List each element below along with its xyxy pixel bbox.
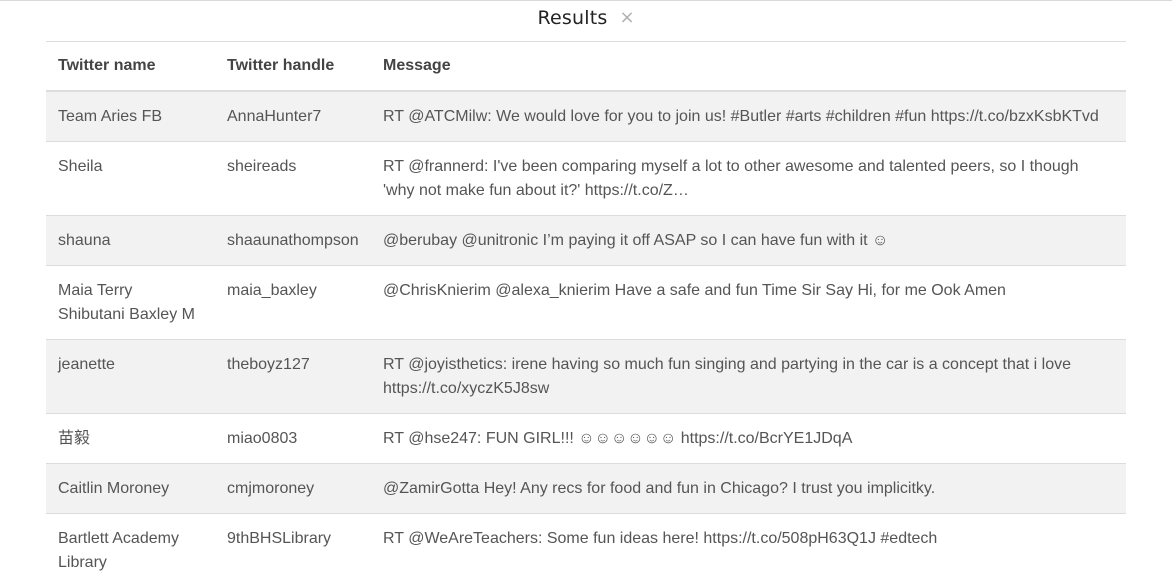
cell-message: RT @WeAreTeachers: Some fun ideas here! … — [371, 513, 1126, 572]
cell-twitter-name: jeanette — [46, 339, 215, 414]
dialog-title: Results — [537, 7, 608, 29]
column-header-twitter-name[interactable]: Twitter name — [46, 42, 215, 92]
cell-message: RT @hse247: FUN GIRL!!! ☺☺☺☺☺☺ https://t… — [371, 413, 1126, 464]
header-row: Twitter name Twitter handle Message — [46, 42, 1126, 92]
cell-twitter-handle: miao0803 — [215, 413, 371, 464]
cell-message: @ZamirGotta Hey! Any recs for food and f… — [371, 463, 1126, 514]
cell-twitter-handle: maia_baxley — [215, 265, 371, 340]
cell-twitter-name: Sheila — [46, 141, 215, 216]
cell-twitter-handle: cmjmoroney — [215, 463, 371, 514]
cell-twitter-handle: AnnaHunter7 — [215, 91, 371, 142]
close-icon[interactable]: × — [619, 9, 634, 27]
table-row[interactable]: 苗毅 miao0803 RT @hse247: FUN GIRL!!! ☺☺☺☺… — [46, 413, 1126, 464]
cell-message: @ChrisKnierim @alexa_knierim Have a safe… — [371, 265, 1126, 340]
cell-twitter-handle: theboyz127 — [215, 339, 371, 414]
table-row[interactable]: Bartlett Academy Library 9thBHSLibrary R… — [46, 513, 1126, 572]
table-body: Team Aries FB AnnaHunter7 RT @ATCMilw: W… — [46, 91, 1126, 572]
cell-twitter-name: Team Aries FB — [46, 91, 215, 142]
cell-message: RT @frannerd: I've been comparing myself… — [371, 141, 1126, 216]
cell-message: RT @ATCMilw: We would love for you to jo… — [371, 91, 1126, 142]
dialog-header: Results × — [0, 1, 1172, 35]
results-table: Twitter name Twitter handle Message Team… — [46, 42, 1126, 572]
column-header-message[interactable]: Message — [371, 42, 1126, 92]
table-header: Twitter name Twitter handle Message — [46, 42, 1126, 92]
results-table-container: Twitter name Twitter handle Message Team… — [46, 41, 1126, 572]
cell-twitter-name: Bartlett Academy Library — [46, 513, 215, 572]
table-row[interactable]: shauna shaaunathompson @berubay @unitron… — [46, 215, 1126, 266]
table-row[interactable]: Caitlin Moroney cmjmoroney @ZamirGotta H… — [46, 463, 1126, 514]
cell-message: @berubay @unitronic I’m paying it off AS… — [371, 215, 1126, 266]
table-row[interactable]: jeanette theboyz127 RT @joyisthetics: ir… — [46, 339, 1126, 414]
cell-twitter-name: 苗毅 — [46, 413, 215, 464]
cell-twitter-handle: shaaunathompson — [215, 215, 371, 266]
cell-message: RT @joyisthetics: irene having so much f… — [371, 339, 1126, 414]
cell-twitter-handle: sheireads — [215, 141, 371, 216]
column-header-twitter-handle[interactable]: Twitter handle — [215, 42, 371, 92]
cell-twitter-name: Maia Terry Shibutani Baxley M — [46, 265, 215, 340]
results-dialog: Results × Twitter name Twitter handle Me… — [0, 0, 1172, 572]
table-row[interactable]: Sheila sheireads RT @frannerd: I've been… — [46, 141, 1126, 216]
table-row[interactable]: Team Aries FB AnnaHunter7 RT @ATCMilw: W… — [46, 91, 1126, 142]
cell-twitter-name: shauna — [46, 215, 215, 266]
table-row[interactable]: Maia Terry Shibutani Baxley M maia_baxle… — [46, 265, 1126, 340]
cell-twitter-name: Caitlin Moroney — [46, 463, 215, 514]
cell-twitter-handle: 9thBHSLibrary — [215, 513, 371, 572]
